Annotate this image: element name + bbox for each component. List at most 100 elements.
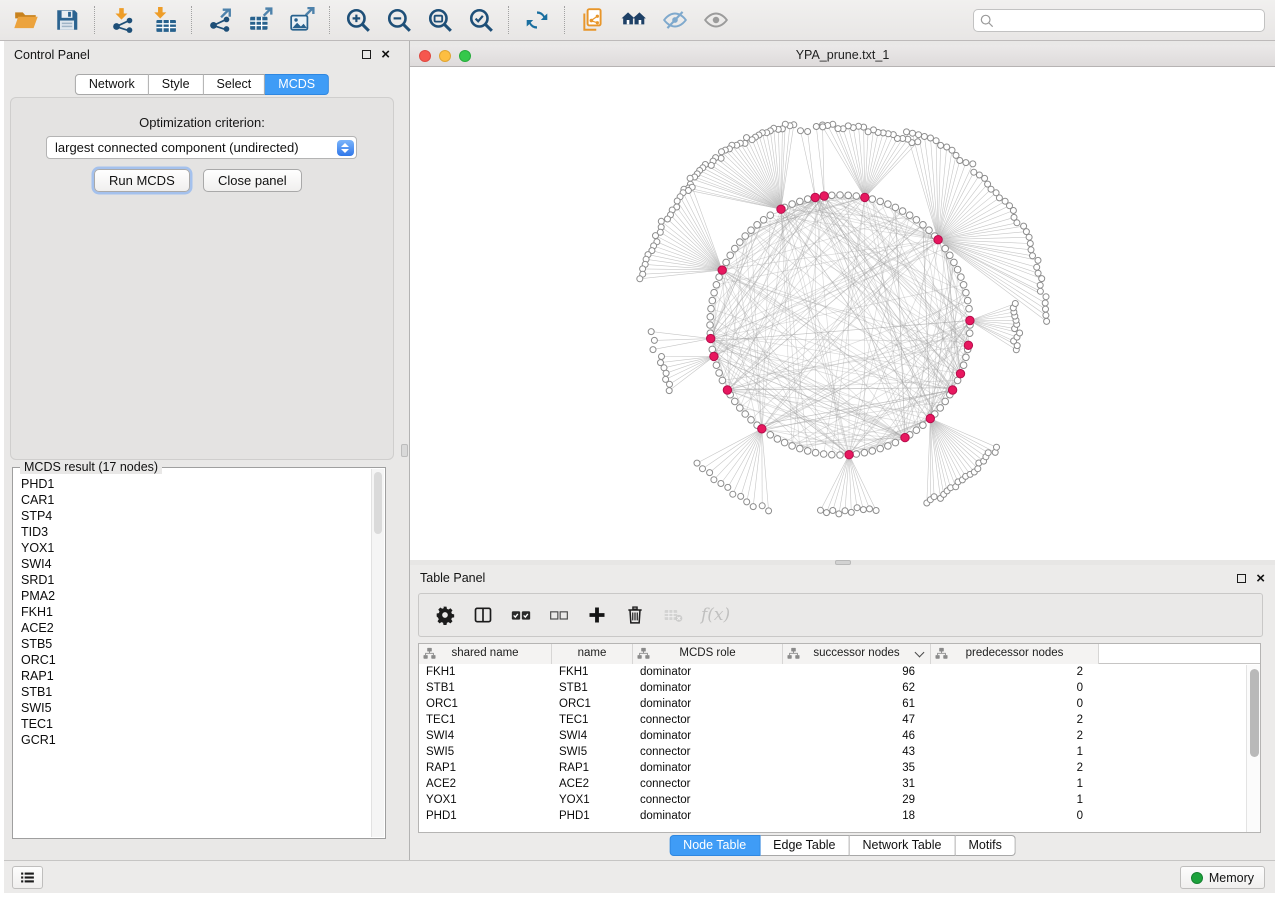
network-node[interactable] — [707, 322, 714, 329]
network-hub-node[interactable] — [777, 205, 785, 213]
network-node[interactable] — [718, 481, 724, 487]
network-node[interactable] — [781, 439, 788, 446]
maximize-window-icon[interactable] — [459, 50, 471, 62]
network-node[interactable] — [1043, 294, 1049, 300]
network-node[interactable] — [797, 198, 804, 205]
network-node[interactable] — [994, 444, 1000, 450]
network-node[interactable] — [853, 193, 860, 200]
network-node[interactable] — [804, 196, 811, 203]
network-node[interactable] — [719, 149, 725, 155]
float-panel-icon[interactable] — [1237, 574, 1246, 583]
table-row[interactable]: SWI5SWI5connector431 — [419, 744, 1260, 760]
table-scrollbar-thumb[interactable] — [1250, 669, 1259, 757]
mcds-result-item[interactable]: SRD1 — [21, 572, 371, 588]
network-node[interactable] — [963, 160, 969, 166]
tab-edge-table[interactable]: Edge Table — [760, 835, 849, 856]
panel-divider-handle[interactable] — [401, 444, 408, 457]
network-node[interactable] — [910, 130, 916, 136]
network-node[interactable] — [665, 216, 671, 222]
network-node[interactable] — [1043, 306, 1049, 312]
network-node[interactable] — [1012, 301, 1018, 307]
network-node[interactable] — [938, 142, 944, 148]
panel-divider[interactable] — [400, 41, 410, 860]
network-node[interactable] — [716, 274, 723, 281]
network-node[interactable] — [892, 204, 899, 211]
memory-button[interactable]: Memory — [1180, 866, 1265, 889]
network-node[interactable] — [1030, 253, 1036, 259]
network-node[interactable] — [845, 192, 852, 199]
network-node[interactable] — [759, 503, 765, 509]
network-node[interactable] — [951, 259, 958, 266]
network-node[interactable] — [732, 245, 739, 252]
zoom-fit-button[interactable] — [419, 4, 460, 37]
duplicate-network-button[interactable] — [572, 4, 613, 37]
mcds-result-item[interactable]: TID3 — [21, 524, 371, 540]
network-node[interactable] — [737, 405, 744, 412]
network-node[interactable] — [942, 398, 949, 405]
network-hub-node[interactable] — [820, 192, 828, 200]
network-node[interactable] — [711, 477, 717, 483]
table-row[interactable]: STB1STB1dominator620 — [419, 680, 1260, 696]
network-node[interactable] — [869, 448, 876, 455]
network-node[interactable] — [933, 138, 939, 144]
network-node[interactable] — [1021, 223, 1027, 229]
tab-mcds[interactable]: MCDS — [265, 74, 329, 95]
network-node[interactable] — [748, 417, 755, 424]
network-node[interactable] — [829, 451, 836, 458]
result-scrollbar[interactable] — [371, 469, 384, 837]
network-hub-node[interactable] — [948, 386, 956, 394]
gear-button[interactable] — [435, 605, 455, 625]
network-node[interactable] — [650, 347, 656, 353]
network-hub-node[interactable] — [723, 386, 731, 394]
network-node[interactable] — [797, 445, 804, 452]
table-row[interactable]: ACE2ACE2connector311 — [419, 776, 1260, 792]
network-node[interactable] — [873, 508, 879, 514]
table-row[interactable]: FKH1FKH1dominator962 — [419, 664, 1260, 680]
table-scrollbar[interactable] — [1246, 665, 1260, 832]
close-panel-button[interactable]: Close panel — [203, 169, 302, 192]
network-node[interactable] — [1044, 318, 1050, 324]
network-node[interactable] — [960, 362, 967, 369]
network-node[interactable] — [1035, 257, 1041, 263]
network-node[interactable] — [837, 192, 844, 199]
import-table-button[interactable] — [143, 4, 184, 37]
network-node[interactable] — [750, 504, 756, 510]
network-node[interactable] — [824, 510, 830, 516]
network-hub-node[interactable] — [845, 451, 853, 459]
network-node[interactable] — [915, 139, 921, 145]
network-node[interactable] — [926, 227, 933, 234]
network-node[interactable] — [658, 218, 664, 224]
network-node[interactable] — [913, 217, 920, 224]
network-node[interactable] — [829, 192, 836, 199]
table-row[interactable]: TEC1TEC1connector472 — [419, 712, 1260, 728]
network-hub-node[interactable] — [901, 433, 909, 441]
network-node[interactable] — [744, 135, 750, 141]
network-node[interactable] — [944, 144, 950, 150]
column-header-successor-nodes[interactable]: successor nodes — [783, 644, 931, 664]
network-node[interactable] — [1027, 241, 1033, 247]
network-node[interactable] — [892, 439, 899, 446]
mcds-result-item[interactable]: CAR1 — [21, 492, 371, 508]
network-node[interactable] — [659, 354, 665, 360]
export-image-button[interactable] — [281, 4, 322, 37]
fx-button[interactable]: f(x) — [701, 605, 730, 625]
network-node[interactable] — [820, 451, 827, 458]
network-node[interactable] — [742, 411, 749, 418]
network-node[interactable] — [928, 135, 934, 141]
network-node[interactable] — [966, 330, 973, 337]
table-row[interactable]: ORC1ORC1dominator610 — [419, 696, 1260, 712]
network-node[interactable] — [760, 217, 767, 224]
network-node[interactable] — [789, 443, 796, 450]
network-hub-node[interactable] — [718, 266, 726, 274]
check-pair-button[interactable] — [511, 605, 531, 625]
network-node[interactable] — [953, 152, 959, 158]
tab-motifs[interactable]: Motifs — [955, 835, 1015, 856]
mcds-result-item[interactable]: YOX1 — [21, 540, 371, 556]
criterion-dropdown[interactable]: largest connected component (undirected) — [46, 136, 357, 159]
network-hub-node[interactable] — [758, 425, 766, 433]
table-row[interactable]: RAP1RAP1dominator352 — [419, 760, 1260, 776]
mcds-result-item[interactable]: STB5 — [21, 636, 371, 652]
network-node[interactable] — [867, 506, 873, 512]
network-node[interactable] — [964, 297, 971, 304]
network-node[interactable] — [1043, 312, 1049, 318]
